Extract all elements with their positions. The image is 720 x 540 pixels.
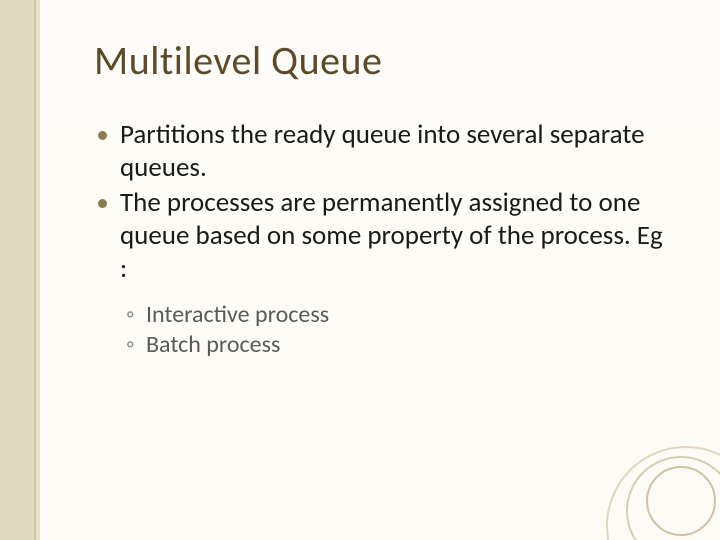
sub-bullet-item: Batch process — [146, 330, 674, 361]
sub-bullet-text: Interactive process — [146, 300, 329, 329]
slide-title: Multilevel Queue — [94, 36, 674, 85]
bullet-text: The processes are permanently assigned t… — [120, 186, 663, 285]
deco-ring-icon — [626, 456, 720, 540]
left-accent-stripe — [0, 0, 36, 540]
bullet-text: Partitions the ready queue into several … — [120, 118, 645, 184]
sub-bullet-text: Batch process — [146, 330, 280, 359]
sub-bullet-item: Interactive process — [146, 300, 674, 331]
bullet-list: Partitions the ready queue into several … — [94, 119, 674, 361]
slide-content: Multilevel Queue Partitions the ready qu… — [94, 36, 674, 363]
deco-ring-icon — [646, 466, 716, 536]
bullet-item: Partitions the ready queue into several … — [120, 119, 674, 185]
sub-bullet-list: Interactive process Batch process — [120, 300, 674, 361]
slide: Multilevel Queue Partitions the ready qu… — [0, 0, 720, 540]
deco-ring-icon — [606, 446, 720, 540]
corner-decoration — [616, 466, 706, 526]
bullet-item: The processes are permanently assigned t… — [120, 187, 674, 361]
